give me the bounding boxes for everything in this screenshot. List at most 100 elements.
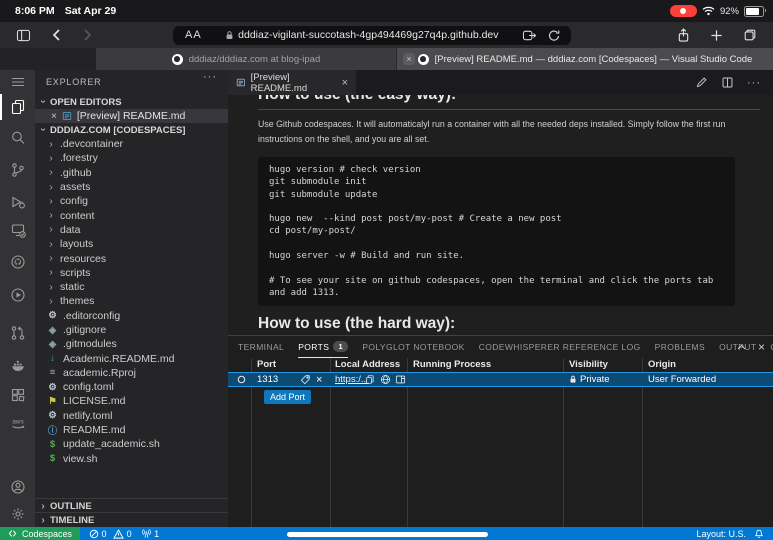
extension-icon[interactable] [522, 29, 537, 42]
share-icon[interactable] [677, 28, 690, 43]
preview-in-editor-icon[interactable] [395, 373, 406, 386]
github-icon[interactable] [10, 254, 26, 270]
panel-tab-bar: TERMINAL PORTS1 POLYGLOT NOTEBOOK CODEWHISP… [228, 336, 733, 358]
split-editor-icon[interactable] [721, 76, 734, 89]
chevron-down-icon: › [38, 125, 49, 133]
menu-icon[interactable] [10, 74, 26, 90]
port-row-1313[interactable]: 1313 × https:/... [228, 372, 773, 387]
tree-folder-dot-forestry[interactable]: ›.forestry [35, 151, 228, 165]
tabs-overview-icon[interactable] [743, 28, 757, 42]
workspace-header[interactable]: › DDDIAZ.COM [CODESPACES] [35, 123, 228, 137]
forwarded-ports-indicator[interactable]: 1 [141, 528, 160, 539]
github-favicon [172, 54, 183, 65]
close-editor-icon[interactable]: × [51, 111, 57, 122]
chevron-right-icon: › [39, 501, 47, 512]
chevron-right-icon: › [47, 239, 55, 250]
chevron-right-icon: › [47, 153, 55, 164]
close-tab-icon[interactable]: × [342, 77, 348, 89]
ios-status-bar: 8:06 PM Sat Apr 29 92% [0, 0, 773, 22]
open-editors-header[interactable]: › OPEN EDITORS [35, 95, 228, 109]
tree-file-update_academic.sh[interactable]: $update_academic.sh [35, 437, 228, 451]
tree-file-academic.Rproj[interactable]: ≡academic.Rproj [35, 366, 228, 380]
maximize-panel-icon[interactable] [736, 342, 747, 353]
tree-folder-content[interactable]: ›content [35, 208, 228, 222]
more-actions-icon[interactable]: ··· [747, 77, 761, 89]
editor-tab-preview-readme[interactable]: [Preview] README.md × [228, 70, 356, 95]
warning-icon [113, 529, 124, 539]
tree-folder-config[interactable]: ›config [35, 194, 228, 208]
sidebar-more-actions-icon[interactable]: ··· [203, 71, 217, 83]
docker-icon[interactable] [10, 357, 26, 373]
tree-file-dot-gitignore[interactable]: ◈.gitignore [35, 323, 228, 337]
pull-requests-icon[interactable] [10, 325, 26, 341]
tree-file-netlify.toml[interactable]: ⚙︎netlify.toml [35, 409, 228, 423]
forward-icon[interactable] [82, 28, 93, 42]
show-source-icon[interactable] [695, 76, 708, 89]
gear-file-icon: ⚙︎ [47, 382, 58, 393]
reader-options-button[interactable]: AA [185, 29, 202, 41]
close-tab-icon[interactable]: × [403, 53, 415, 65]
panel-tab-problems[interactable]: PROBLEMS [655, 337, 705, 358]
remote-explorer-icon[interactable] [10, 222, 26, 238]
remote-indicator[interactable]: Codespaces [0, 527, 80, 540]
extensions-icon[interactable] [10, 387, 26, 403]
sidebar-toggle-icon[interactable] [16, 29, 31, 42]
tree-folder-scripts[interactable]: ›scripts [35, 266, 228, 280]
tree-folder-static[interactable]: ›static [35, 280, 228, 294]
search-icon[interactable] [10, 130, 26, 146]
chevron-down-icon: › [38, 97, 49, 105]
home-indicator[interactable] [287, 532, 488, 537]
tree-folder-assets[interactable]: ›assets [35, 180, 228, 194]
markdown-preview-icon [62, 111, 72, 121]
settings-icon[interactable] [10, 506, 26, 522]
tree-folder-layouts[interactable]: ›layouts [35, 237, 228, 251]
source-control-icon[interactable] [10, 162, 26, 178]
label-port-icon[interactable] [300, 373, 311, 386]
reload-icon[interactable] [548, 29, 560, 42]
open-editor-item[interactable]: × [Preview] README.md [35, 109, 228, 123]
explorer-icon[interactable] [10, 99, 26, 115]
timeline-section[interactable]: › TIMELINE [35, 512, 228, 527]
tree-folder-dot-github[interactable]: ›.github [35, 166, 228, 180]
keyboard-layout-indicator[interactable]: Layout: U.S. [696, 529, 746, 539]
open-in-browser-icon[interactable] [380, 373, 391, 386]
safari-tab-vscode[interactable]: × [Preview] README.md — dddiaz.com [Code… [397, 48, 773, 70]
column-header-origin: Origin [648, 358, 676, 372]
tree-file-Academic.README.md[interactable]: ↓Academic.README.md [35, 351, 228, 365]
back-icon[interactable] [51, 28, 62, 42]
tree-folder-themes[interactable]: ›themes [35, 294, 228, 308]
panel-tab-ports[interactable]: PORTS1 [298, 336, 348, 358]
tree-folder-resources[interactable]: ›resources [35, 251, 228, 265]
tree-file-config.toml[interactable]: ⚙︎config.toml [35, 380, 228, 394]
panel-tab-polyglot-notebook[interactable]: POLYGLOT NOTEBOOK [362, 337, 464, 358]
outline-section[interactable]: › OUTLINE [35, 498, 228, 513]
tree-folder-data[interactable]: ›data [35, 223, 228, 237]
tree-file-LICENSE.md[interactable]: ⚑LICENSE.md [35, 394, 228, 408]
local-address-link[interactable]: https:/... [335, 373, 369, 386]
chevron-right-icon: › [47, 182, 55, 193]
address-bar[interactable]: AA dddiaz-vigilant-succotash-4gp494469g2… [173, 26, 571, 45]
panel-tab-codewhisperer-reference-log[interactable]: CODEWHISPERER REFERENCE LOG [479, 337, 641, 358]
accounts-icon[interactable] [10, 479, 26, 495]
preview-heading-hard: How to use (the hard way): [258, 315, 760, 333]
tree-file-dot-gitmodules[interactable]: ◈.gitmodules [35, 337, 228, 351]
add-port-button[interactable]: Add Port [264, 390, 311, 404]
safari-tab-github[interactable]: dddiaz/dddiaz.com at blog-ipad [96, 48, 397, 70]
close-panel-icon[interactable]: × [758, 340, 765, 354]
screen-recording-icon[interactable] [670, 5, 697, 17]
live-share-icon[interactable] [10, 287, 26, 303]
copy-address-icon[interactable] [365, 373, 375, 386]
run-debug-icon[interactable] [10, 194, 26, 210]
notifications-bell-icon[interactable] [754, 528, 764, 539]
tree-folder-dot-devcontainer[interactable]: ›.devcontainer [35, 137, 228, 151]
remove-port-icon[interactable]: × [316, 373, 322, 386]
new-tab-icon[interactable] [710, 29, 723, 42]
error-icon [89, 529, 99, 539]
panel-tab-terminal[interactable]: TERMINAL [238, 337, 284, 358]
ports-count-badge: 1 [333, 341, 348, 352]
tree-file-README.md[interactable]: ⓘREADME.md [35, 423, 228, 437]
aws-icon[interactable]: aws [10, 415, 26, 431]
tree-file-dot-editorconfig[interactable]: ⚙︎.editorconfig [35, 309, 228, 323]
tree-file-view.sh[interactable]: $view.sh [35, 452, 228, 466]
problems-indicator[interactable]: 0 0 [89, 529, 132, 539]
